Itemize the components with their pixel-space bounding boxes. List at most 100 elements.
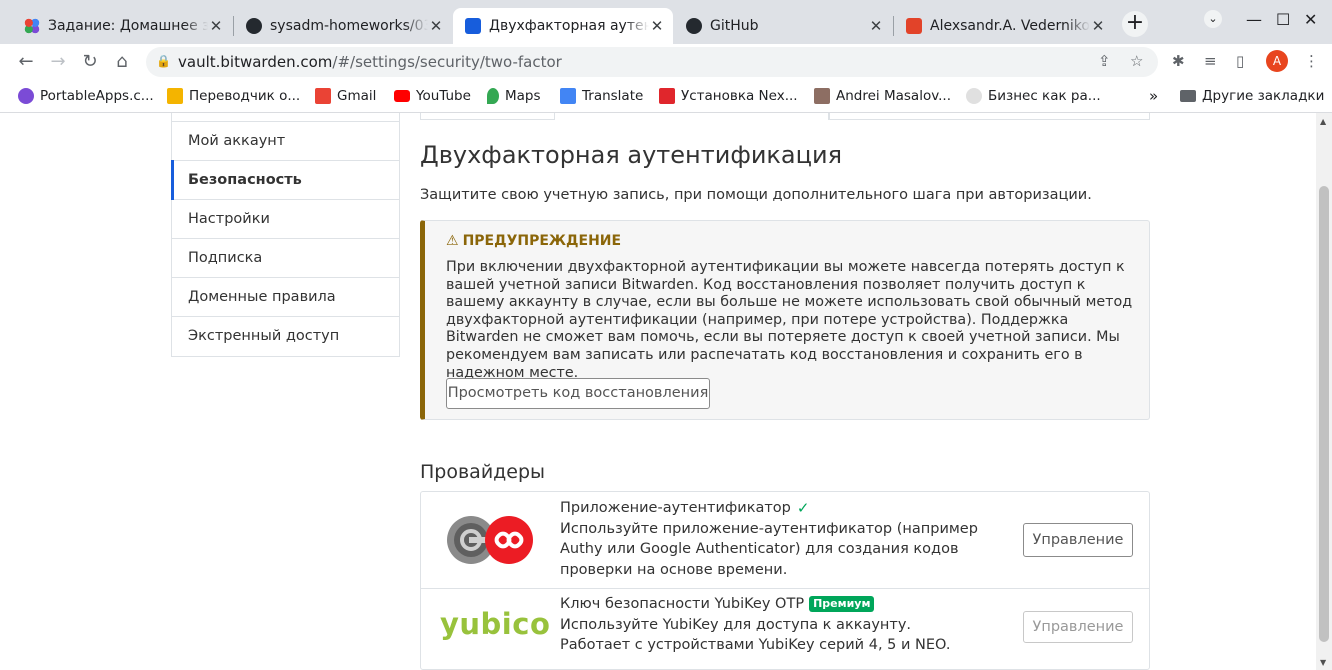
bookmark-gmail[interactable]: Gmail bbox=[315, 86, 376, 106]
tab-title: Задание: Домашнее задание bbox=[48, 18, 208, 34]
page-content: Мой аккаунт Безопасность Настройки Подпи… bbox=[0, 113, 1316, 670]
sidebar-item-preferences[interactable]: Настройки bbox=[172, 200, 399, 239]
bookmarks-overflow-icon[interactable]: » bbox=[1149, 86, 1158, 106]
media-icon[interactable]: ≡ bbox=[1204, 52, 1217, 70]
scrollbar-thumb[interactable] bbox=[1319, 186, 1329, 642]
sidebar-item-domain-rules[interactable]: Доменные правила bbox=[172, 278, 399, 317]
url-text[interactable]: vault.bitwarden.com/#/settings/security/… bbox=[178, 53, 562, 71]
bookmark-youtube[interactable]: YouTube bbox=[394, 86, 471, 106]
sidebar-item-my-account[interactable]: Мой аккаунт bbox=[172, 122, 399, 161]
sidebar-item-security[interactable]: Безопасность bbox=[171, 160, 399, 200]
bookmark-label: Другие закладки bbox=[1202, 88, 1325, 104]
providers-title: Провайдеры bbox=[420, 461, 546, 483]
close-tab-icon[interactable]: ✕ bbox=[649, 18, 665, 34]
authenticator-app-icon bbox=[447, 516, 533, 564]
browser-tab-task[interactable]: Задание: Домашнее задание ✕ bbox=[12, 8, 232, 44]
provider-name-text: Приложение-аутентификатор bbox=[560, 500, 791, 516]
extensions-icon[interactable]: ✱ bbox=[1172, 52, 1185, 70]
bookmark-label: Andrei Masalov... bbox=[836, 88, 952, 104]
provider-description: Используйте приложение-аутентификатор (н… bbox=[560, 520, 978, 578]
browser-tab-bitwarden[interactable]: Двухфакторная аутентификация ✕ bbox=[453, 8, 673, 44]
bookmark-masalov[interactable]: Andrei Masalov... bbox=[814, 86, 951, 106]
bookmark-nextcloud[interactable]: Установка Nex... bbox=[659, 86, 798, 106]
scroll-up-arrow-icon[interactable]: ▲ bbox=[1320, 117, 1326, 126]
address-bar[interactable]: 🔒 vault.bitwarden.com/#/settings/securit… bbox=[146, 47, 1158, 77]
tab-title: Alexsandr.A. Vedernikov bbox=[930, 18, 1090, 34]
url-path: /#/settings/security/two-factor bbox=[332, 53, 562, 71]
avatar-icon bbox=[814, 88, 830, 104]
warning-callout: ⚠ ПРЕДУПРЕЖДЕНИЕ При включении двухфактор… bbox=[420, 220, 1150, 420]
minimize-icon[interactable]: — bbox=[1246, 10, 1262, 29]
provider-description: Используйте YubiKey для доступа к аккаун… bbox=[560, 616, 951, 654]
youtube-icon bbox=[394, 90, 410, 102]
browser-tab-github[interactable]: GitHub ✕ bbox=[674, 8, 892, 44]
bookmark-label: YouTube bbox=[416, 88, 471, 104]
new-tab-button[interactable]: + bbox=[1122, 11, 1148, 37]
bookmark-label: Бизнес как ра... bbox=[988, 88, 1101, 104]
bookmark-portableapps[interactable]: PortableApps.c... bbox=[18, 86, 154, 106]
provider-name: Ключ безопасности YubiKey OTP Премиум bbox=[560, 594, 980, 615]
close-tab-icon[interactable]: ✕ bbox=[428, 18, 444, 34]
bitwarden-shield-icon bbox=[465, 18, 481, 34]
close-tab-icon[interactable]: ✕ bbox=[208, 18, 224, 34]
warning-body: При включении двухфакторной аутентификац… bbox=[446, 259, 1133, 381]
bookmark-label: Maps bbox=[505, 88, 541, 104]
close-window-icon[interactable]: ✕ bbox=[1304, 10, 1317, 29]
manage-authenticator-button[interactable]: Управление bbox=[1023, 523, 1133, 557]
browser-tab-sysadm[interactable]: sysadm-homeworks/03-sysadmin ✕ bbox=[234, 8, 452, 44]
bookmarks-bar: PortableApps.c... Переводчик о... Gmail … bbox=[0, 80, 1332, 113]
lock-icon[interactable]: 🔒 bbox=[156, 54, 171, 68]
warning-title-text: ПРЕДУПРЕЖДЕНИЕ bbox=[462, 233, 622, 249]
other-bookmarks-folder[interactable]: Другие закладки bbox=[1180, 86, 1324, 106]
provider-row-authenticator: Приложение-аутентификатор ✓ Используйте п… bbox=[421, 492, 1149, 589]
provider-name: Приложение-аутентификатор ✓ bbox=[560, 498, 980, 519]
provider-info: Ключ безопасности YubiKey OTP Премиум Исп… bbox=[560, 594, 980, 656]
tab-title: sysadm-homeworks/03-sysadmin bbox=[270, 18, 428, 34]
portableapps-icon bbox=[18, 88, 34, 104]
bookmark-star-icon[interactable]: ☆ bbox=[1130, 52, 1143, 70]
bookmark-translator[interactable]: Переводчик о... bbox=[167, 86, 300, 106]
provider-name-text: Ключ безопасности YubiKey OTP bbox=[560, 596, 805, 612]
gmail-icon bbox=[315, 88, 331, 104]
side-panel-icon[interactable]: ▯ bbox=[1236, 52, 1244, 70]
maps-pin-icon bbox=[487, 88, 499, 104]
tab-search-icon[interactable]: ⌄ bbox=[1204, 10, 1222, 28]
share-icon[interactable]: ⇪ bbox=[1098, 52, 1111, 70]
gitlab-icon bbox=[906, 18, 922, 34]
scroll-down-arrow-icon[interactable]: ▼ bbox=[1320, 658, 1326, 667]
page-scrollbar[interactable]: ▲ ▼ bbox=[1316, 113, 1332, 670]
manage-yubikey-button[interactable]: Управление bbox=[1023, 611, 1133, 643]
close-tab-icon[interactable]: ✕ bbox=[1090, 18, 1106, 34]
translator-icon bbox=[167, 88, 183, 104]
bookmark-label: Gmail bbox=[337, 88, 377, 104]
sidebar-item-subscription[interactable]: Подписка bbox=[172, 239, 399, 278]
home-icon[interactable]: ⌂ bbox=[110, 50, 134, 74]
tab-title: Двухфакторная аутентификация bbox=[489, 18, 649, 34]
bookmark-translate[interactable]: Translate bbox=[560, 86, 643, 106]
sidebar-item-emergency-access[interactable]: Экстренный доступ bbox=[172, 317, 399, 356]
bookmark-label: Установка Nex... bbox=[681, 88, 798, 104]
security-tab-cut[interactable] bbox=[420, 113, 555, 120]
tab-title: GitHub bbox=[710, 18, 759, 34]
browser-chrome: Задание: Домашнее задание ✕ sysadm-homew… bbox=[0, 0, 1332, 113]
bookmark-maps[interactable]: Maps bbox=[487, 86, 541, 106]
warning-title: ⚠ ПРЕДУПРЕЖДЕНИЕ bbox=[446, 233, 621, 249]
page-description: Защитите свою учетную запись, при помощи… bbox=[420, 187, 1092, 203]
page-title: Двухфакторная аутентификация bbox=[420, 141, 843, 169]
kebab-menu-icon[interactable]: ⋮ bbox=[1304, 52, 1319, 70]
tab-strip: Задание: Домашнее задание ✕ sysadm-homew… bbox=[0, 0, 1332, 44]
browser-toolbar: ← → ↻ ⌂ 🔒 vault.bitwarden.com/#/settings… bbox=[0, 44, 1332, 80]
reload-icon[interactable]: ↻ bbox=[78, 50, 102, 74]
forward-icon[interactable]: → bbox=[46, 50, 70, 74]
browser-tab-gitlab[interactable]: Alexsandr.A. Vedernikov ✕ bbox=[894, 8, 1114, 44]
profile-avatar[interactable]: A bbox=[1266, 50, 1288, 72]
nextcloud-icon bbox=[659, 88, 675, 104]
security-tab-cut[interactable] bbox=[829, 113, 1150, 120]
back-icon[interactable]: ← bbox=[14, 50, 38, 74]
security-tab-cut-active[interactable] bbox=[555, 113, 829, 120]
view-recovery-code-button[interactable]: Просмотреть код восстановления bbox=[446, 378, 710, 409]
close-tab-icon[interactable]: ✕ bbox=[868, 18, 884, 34]
maximize-icon[interactable]: ☐ bbox=[1276, 10, 1290, 29]
github-icon bbox=[686, 18, 702, 34]
bookmark-business[interactable]: Бизнес как ра... bbox=[966, 86, 1101, 106]
